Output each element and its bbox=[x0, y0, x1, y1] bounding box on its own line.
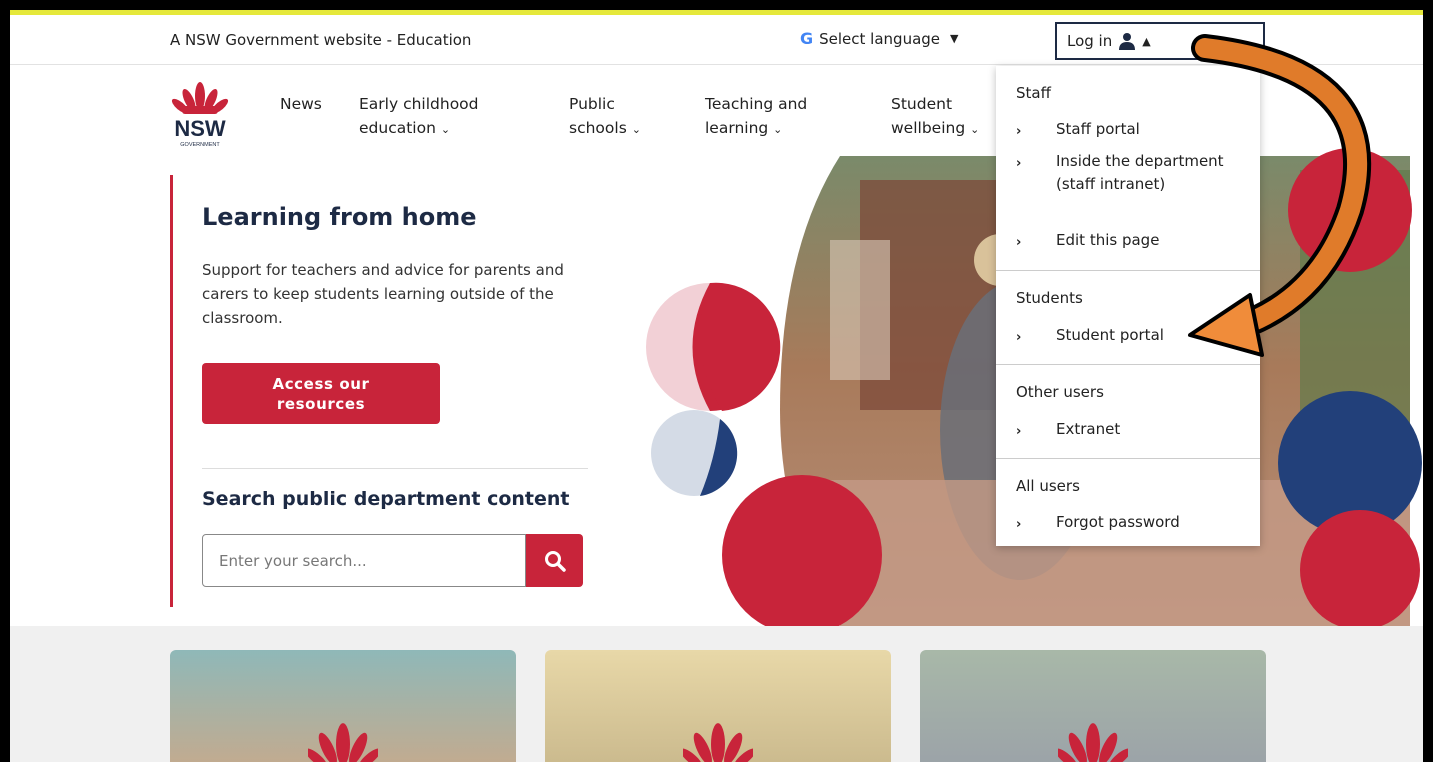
dropdown-heading-all-users: All users bbox=[1016, 477, 1080, 495]
waratah-logo bbox=[1058, 723, 1128, 762]
menu-item-label: Inside the department (staff intranet) bbox=[1056, 152, 1224, 193]
chevron-right-icon: › bbox=[1016, 424, 1022, 439]
decorative-circle bbox=[1300, 510, 1420, 630]
chevron-right-icon: › bbox=[1016, 156, 1022, 171]
decorative-circle bbox=[1288, 148, 1412, 272]
login-dropdown-menu: Staff › Staff portal › Inside the depart… bbox=[996, 66, 1260, 546]
dropdown-divider bbox=[996, 270, 1260, 271]
menu-item-extranet[interactable]: › Extranet bbox=[1016, 418, 1246, 442]
chevron-right-icon: › bbox=[1016, 235, 1022, 250]
waratah-logo bbox=[308, 723, 378, 762]
dropdown-divider bbox=[996, 458, 1260, 459]
menu-item-label: Student portal bbox=[1056, 326, 1164, 344]
menu-item-student-portal[interactable]: › Student portal bbox=[1016, 324, 1246, 348]
chevron-right-icon: › bbox=[1016, 330, 1022, 345]
feature-card[interactable] bbox=[545, 650, 891, 762]
menu-item-label: Extranet bbox=[1056, 420, 1121, 438]
dropdown-heading-staff: Staff bbox=[1016, 84, 1051, 102]
menu-item-label: Staff portal bbox=[1056, 120, 1140, 138]
chevron-right-icon: › bbox=[1016, 124, 1022, 139]
menu-item-label: Forgot password bbox=[1056, 513, 1180, 531]
feature-card[interactable] bbox=[170, 650, 516, 762]
decorative-circle bbox=[722, 475, 882, 635]
dropdown-heading-other-users: Other users bbox=[1016, 383, 1104, 401]
dropdown-divider bbox=[996, 364, 1260, 365]
feature-cards-section bbox=[10, 626, 1423, 762]
browser-page: A NSW Government website - Education G S… bbox=[10, 10, 1423, 762]
menu-item-label: Edit this page bbox=[1056, 231, 1160, 249]
dropdown-heading-students: Students bbox=[1016, 289, 1083, 307]
feature-card[interactable] bbox=[920, 650, 1266, 762]
menu-item-inside-department[interactable]: › Inside the department (staff intranet) bbox=[1016, 150, 1246, 222]
menu-item-staff-portal[interactable]: › Staff portal bbox=[1016, 118, 1246, 142]
chevron-right-icon: › bbox=[1016, 517, 1022, 532]
menu-item-edit-page[interactable]: › Edit this page bbox=[1016, 229, 1246, 253]
waratah-logo bbox=[683, 723, 753, 762]
menu-item-forgot-password[interactable]: › Forgot password bbox=[1016, 511, 1246, 535]
